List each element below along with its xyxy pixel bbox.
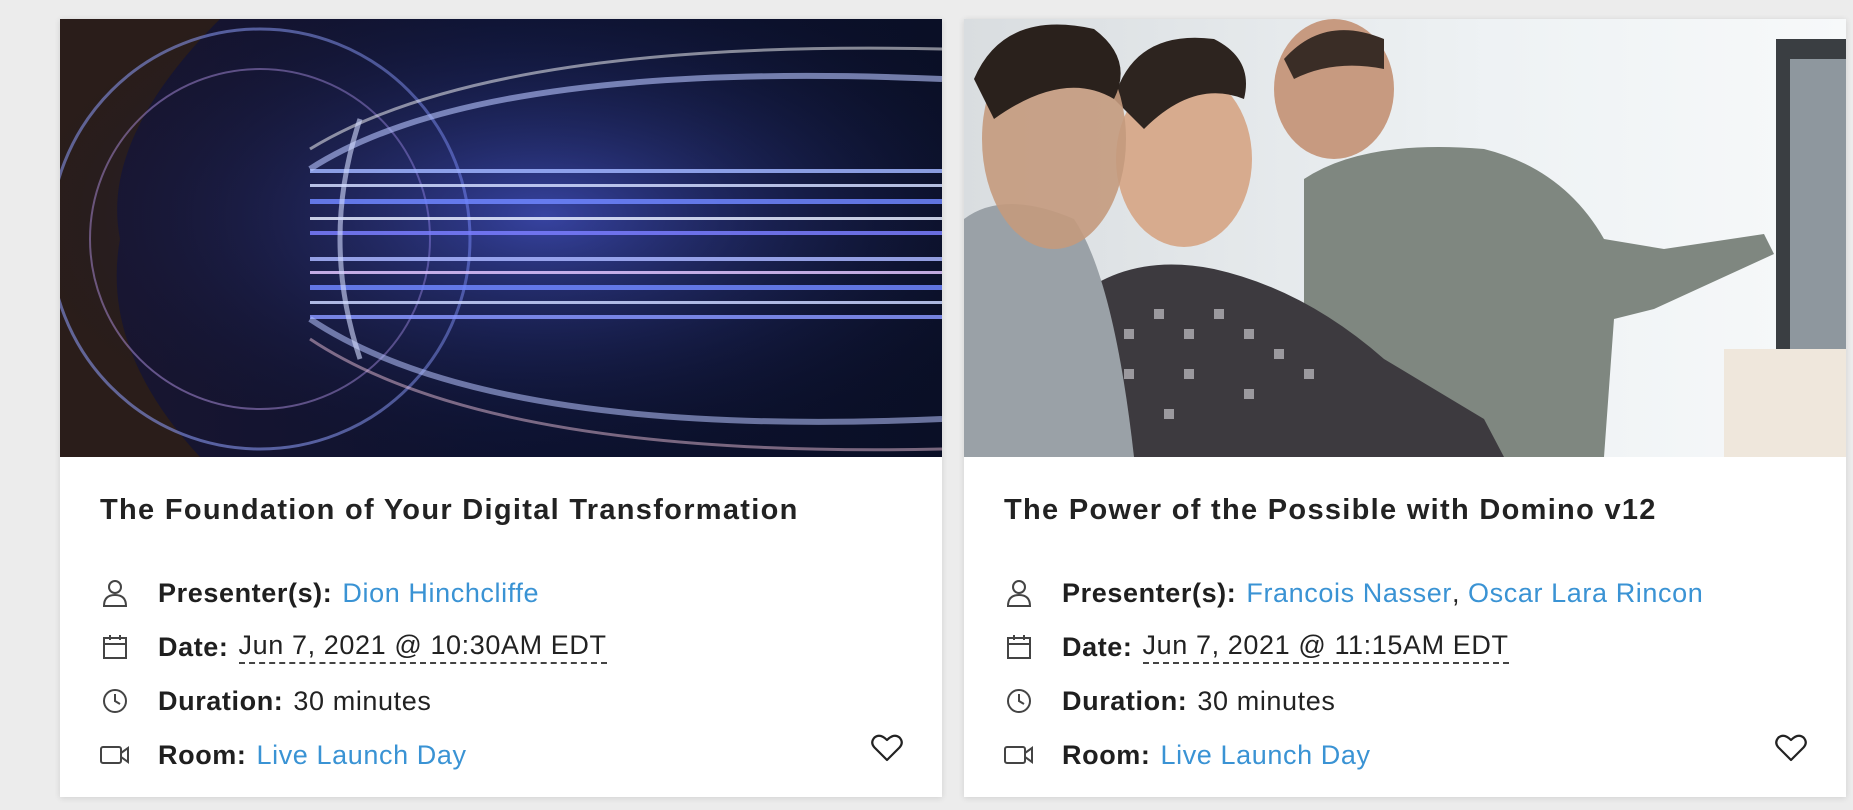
session-title[interactable]: The Foundation of Your Digital Transform…: [100, 494, 920, 527]
user-icon: [100, 578, 130, 608]
heart-icon: [871, 734, 903, 762]
heart-icon: [1775, 734, 1807, 762]
date-row: Date: Jun 7, 2021 @ 10:30AM EDT: [100, 627, 900, 667]
duration-row: Duration: 30 minutes: [1004, 681, 1804, 721]
presenter-separator: ,: [1451, 577, 1461, 608]
date-row: Date: Jun 7, 2021 @ 11:15AM EDT: [1004, 627, 1804, 667]
room-label: Room:: [1062, 739, 1151, 770]
clock-icon: [1004, 686, 1034, 716]
duration-label: Duration:: [158, 685, 284, 716]
session-image[interactable]: [964, 19, 1846, 457]
room-link[interactable]: Live Launch Day: [1160, 740, 1370, 771]
date-value[interactable]: Jun 7, 2021 @ 11:15AM EDT: [1142, 630, 1509, 664]
presenters-label: Presenter(s):: [1062, 577, 1237, 608]
room-link[interactable]: Live Launch Day: [256, 740, 466, 771]
clock-icon: [100, 686, 130, 716]
presenter-link[interactable]: Francois Nasser: [1246, 578, 1452, 609]
highway-photo: [60, 19, 942, 457]
room-row: Room: Live Launch Day: [1004, 735, 1804, 775]
session-title[interactable]: The Power of the Possible with Domino v1…: [1004, 494, 1824, 527]
presenter-link[interactable]: Oscar Lara Rincon: [1468, 578, 1703, 609]
favorite-button[interactable]: [870, 732, 904, 764]
duration-value: 30 minutes: [293, 685, 432, 716]
presenters-row: Presenter(s): Dion Hinchcliffe: [100, 573, 900, 613]
duration-value: 30 minutes: [1197, 685, 1336, 716]
session-card: The Foundation of Your Digital Transform…: [60, 19, 942, 797]
user-icon: [1004, 578, 1034, 608]
session-image[interactable]: [60, 19, 942, 457]
date-label: Date:: [158, 631, 229, 662]
presenters-row: Presenter(s): Francois Nasser , Oscar La…: [1004, 573, 1804, 613]
video-camera-icon: [100, 740, 130, 770]
office-photo: [964, 19, 1846, 457]
date-label: Date:: [1062, 631, 1133, 662]
room-label: Room:: [158, 739, 247, 770]
date-value[interactable]: Jun 7, 2021 @ 10:30AM EDT: [238, 630, 607, 664]
duration-label: Duration:: [1062, 685, 1188, 716]
presenter-link[interactable]: Dion Hinchcliffe: [342, 578, 539, 609]
calendar-icon: [1004, 632, 1034, 662]
favorite-button[interactable]: [1774, 732, 1808, 764]
calendar-icon: [100, 632, 130, 662]
room-row: Room: Live Launch Day: [100, 735, 900, 775]
session-card: The Power of the Possible with Domino v1…: [964, 19, 1846, 797]
duration-row: Duration: 30 minutes: [100, 681, 900, 721]
presenters-label: Presenter(s):: [158, 577, 333, 608]
video-camera-icon: [1004, 740, 1034, 770]
